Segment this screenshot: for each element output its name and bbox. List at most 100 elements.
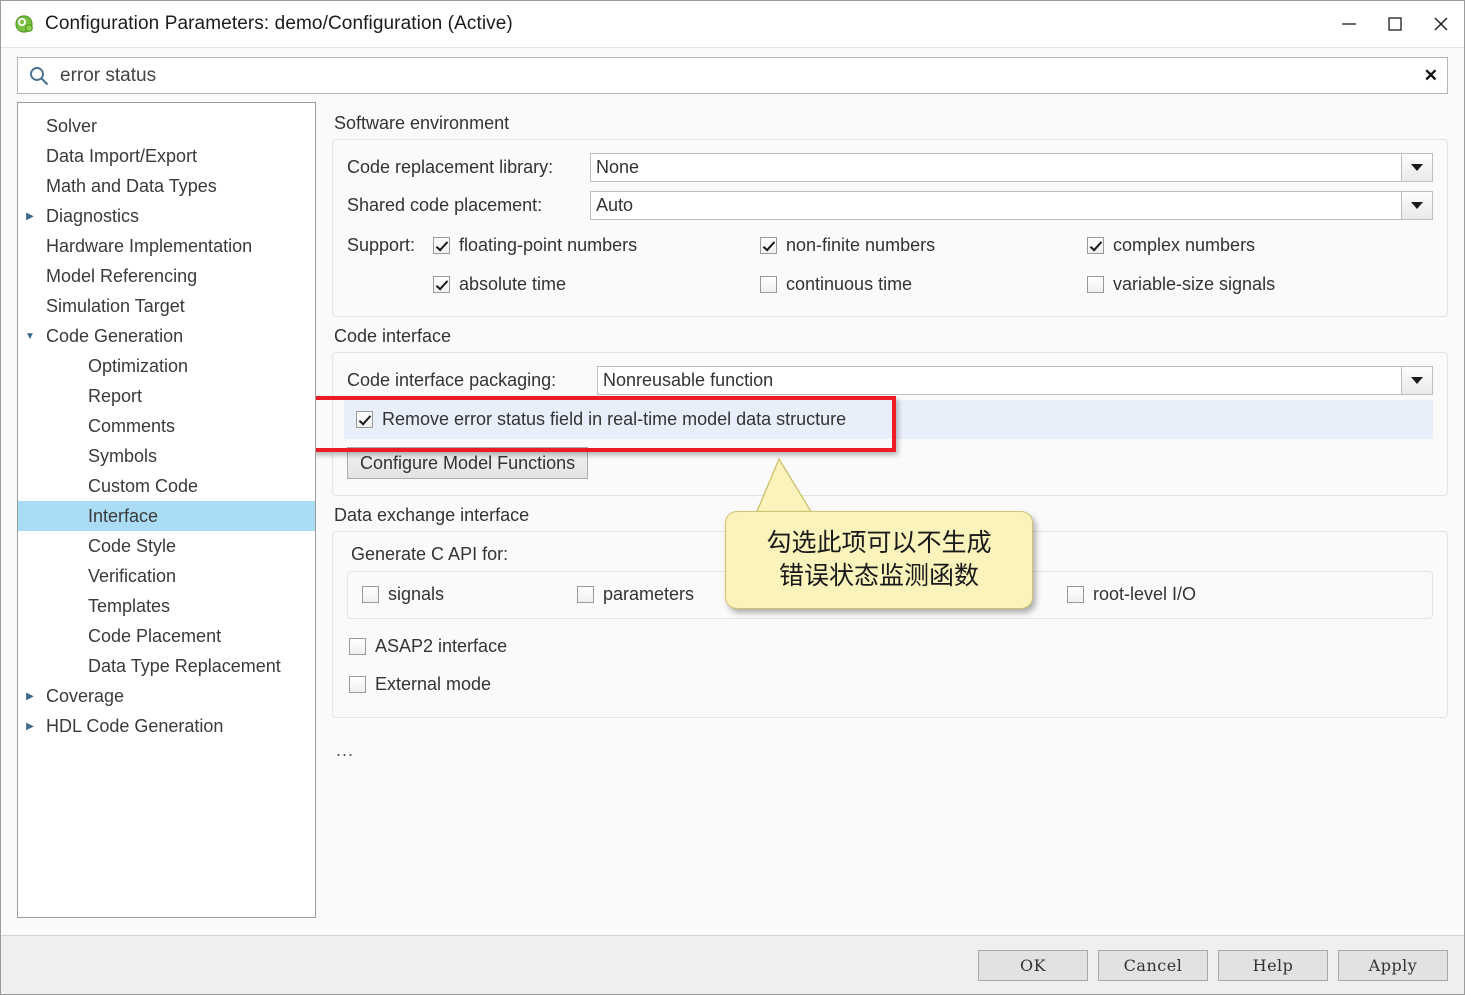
support-checkbox-variable-size-signals[interactable]: variable-size signals — [1087, 274, 1275, 295]
row-remove-error-status[interactable]: Remove error status field in real-time m… — [344, 400, 1433, 439]
sidebar-item-code-placement[interactable]: Code Placement — [18, 621, 315, 651]
sidebar-item-hdl-code-generation[interactable]: ▶ HDL Code Generation — [18, 711, 315, 741]
sidebar-item-code-generation[interactable]: ▼ Code Generation — [18, 321, 315, 351]
support-checkbox-continuous-time[interactable]: continuous time — [760, 274, 912, 295]
search-input[interactable]: error status ✕ — [17, 57, 1448, 94]
checkbox-label: non-finite numbers — [786, 235, 936, 255]
exchange-checkbox-asap2-interface[interactable]: ASAP2 interface — [349, 636, 507, 657]
checkbox-checked-icon — [1087, 237, 1104, 254]
sidebar-item-label: Optimization — [88, 355, 189, 376]
sidebar-item-label: Code Generation — [46, 325, 184, 346]
sidebar-item-verification[interactable]: Verification — [18, 561, 315, 591]
checkbox-label: signals — [388, 583, 445, 604]
sidebar-item-symbols[interactable]: Symbols — [18, 441, 315, 471]
sidebar-item-label: Coverage — [46, 685, 125, 706]
search-clear-icon[interactable]: ✕ — [1418, 67, 1447, 84]
support-checkbox-absolute-time[interactable]: absolute time — [433, 274, 566, 295]
sidebar-item-data-import-export[interactable]: Data Import/Export — [18, 141, 315, 171]
sidebar-item-label: Math and Data Types — [46, 175, 217, 196]
sidebar-item-label: Hardware Implementation — [46, 235, 253, 256]
settings-tree[interactable]: Solver Data Import/Export Math and Data Ty… — [17, 102, 316, 918]
c-api-checkbox-root-level-i-o[interactable]: root-level I/O — [1067, 584, 1196, 605]
sidebar-item-label: Data Import/Export — [46, 145, 198, 166]
chevron-down-icon[interactable]: ▼ — [18, 331, 42, 342]
sidebar-item-simulation-target[interactable]: Simulation Target — [18, 291, 315, 321]
sidebar-item-code-style[interactable]: Code Style — [18, 531, 315, 561]
apply-button[interactable]: Apply — [1338, 949, 1448, 981]
row-code-interface-packaging: Code interface packaging: Nonreusable fu… — [347, 361, 1433, 399]
sidebar-item-hardware-implementation[interactable]: Hardware Implementation — [18, 231, 315, 261]
close-icon — [1434, 17, 1448, 31]
c-api-option-cell: signals — [362, 576, 577, 612]
chevron-right-icon[interactable]: ▶ — [18, 721, 42, 732]
chevron-right-icon[interactable]: ▶ — [18, 691, 42, 702]
code-interface-packaging-dropdown[interactable]: Nonreusable function — [597, 365, 1433, 395]
title-bar: Configuration Parameters: demo/Configura… — [1, 1, 1464, 48]
label-generate-c-api: Generate C API for: — [351, 544, 509, 564]
remove-error-status-checkbox[interactable]: Remove error status field in real-time m… — [356, 409, 846, 430]
maximize-icon — [1388, 17, 1402, 31]
search-row: error status ✕ — [1, 48, 1464, 102]
sidebar-item-comments[interactable]: Comments — [18, 411, 315, 441]
c-api-checkbox-signals[interactable]: signals — [362, 584, 444, 605]
sidebar-item-model-referencing[interactable]: Model Referencing — [18, 261, 315, 291]
sidebar-item-solver[interactable]: Solver — [18, 111, 315, 141]
sidebar-item-optimization[interactable]: Optimization — [18, 351, 315, 381]
minimize-button[interactable] — [1326, 1, 1372, 47]
checkbox-label: continuous time — [786, 274, 913, 294]
c-api-options: signals parameters root-level I/O — [362, 576, 1418, 612]
row-code-replacement-library: Code replacement library: None — [347, 148, 1433, 186]
ok-button[interactable]: OK — [978, 949, 1088, 981]
close-button[interactable] — [1418, 1, 1464, 47]
exchange-checkbox-external-mode[interactable]: External mode — [349, 674, 491, 695]
sidebar-item-label: Verification — [88, 565, 177, 586]
support-checkbox-floating-point-numbers[interactable]: floating-point numbers — [433, 235, 637, 256]
sidebar-item-coverage[interactable]: ▶ Coverage — [18, 681, 315, 711]
chevron-down-icon[interactable] — [1401, 191, 1432, 219]
simulink-icon — [15, 15, 33, 33]
support-checkbox-non-finite-numbers[interactable]: non-finite numbers — [760, 235, 935, 256]
checkbox-checked-icon — [433, 276, 450, 293]
support-checkbox-complex-numbers[interactable]: complex numbers — [1087, 235, 1255, 256]
chevron-down-icon[interactable] — [1401, 153, 1432, 181]
cancel-button[interactable]: Cancel — [1098, 949, 1208, 981]
label-code-interface-packaging: Code interface packaging: — [347, 369, 557, 390]
panel-data-exchange-interface: Generate C API for: signals parameters roo… — [332, 531, 1448, 718]
maximize-button[interactable] — [1372, 1, 1418, 47]
panel-software-environment: Code replacement library: None Shared co… — [332, 139, 1448, 317]
sidebar-item-label: Code Placement — [88, 625, 222, 646]
search-icon — [30, 66, 49, 85]
body: Solver Data Import/Export Math and Data Ty… — [1, 102, 1464, 935]
sidebar-item-math-and-data-types[interactable]: Math and Data Types — [18, 171, 315, 201]
sidebar-item-label: Templates — [88, 595, 171, 616]
sidebar-item-templates[interactable]: Templates — [18, 591, 315, 621]
sidebar-item-label: Symbols — [88, 445, 158, 466]
remove-error-status-label: Remove error status field in real-time m… — [382, 409, 847, 429]
sidebar-item-interface[interactable]: Interface — [18, 501, 315, 531]
checkbox-label: absolute time — [459, 274, 567, 294]
checkbox-label: parameters — [603, 583, 695, 604]
sidebar-item-label: Comments — [88, 415, 176, 436]
exchange-option-row: External mode — [349, 665, 1433, 703]
sidebar-item-custom-code[interactable]: Custom Code — [18, 471, 315, 501]
checkbox-label: floating-point numbers — [459, 235, 638, 255]
chevron-right-icon[interactable]: ▶ — [18, 211, 42, 222]
checkbox-icon — [349, 675, 366, 693]
chevron-down-icon[interactable] — [1401, 366, 1432, 394]
sidebar-item-label: Model Referencing — [46, 265, 198, 286]
configure-model-functions-button[interactable]: Configure Model Functions — [347, 447, 589, 479]
c-api-checkbox-parameters[interactable]: parameters — [577, 584, 694, 605]
sidebar-item-data-type-replacement[interactable]: Data Type Replacement — [18, 651, 315, 681]
checkbox-label: variable-size signals — [1113, 274, 1276, 294]
help-button[interactable]: Help — [1218, 949, 1328, 981]
label-support: Support: — [347, 235, 416, 255]
sidebar-item-diagnostics[interactable]: ▶ Diagnostics — [18, 201, 315, 231]
checkbox-icon — [760, 276, 777, 293]
shared-code-placement-dropdown[interactable]: Auto — [590, 190, 1433, 220]
sidebar-item-label: Diagnostics — [46, 205, 140, 226]
code-replacement-library-dropdown[interactable]: None — [590, 152, 1433, 182]
checkbox-label: ASAP2 interface — [375, 635, 508, 656]
sidebar-item-label: Code Style — [88, 535, 177, 556]
sidebar-item-report[interactable]: Report — [18, 381, 315, 411]
panel-code-interface: Code interface packaging: Nonreusable fu… — [332, 352, 1448, 496]
